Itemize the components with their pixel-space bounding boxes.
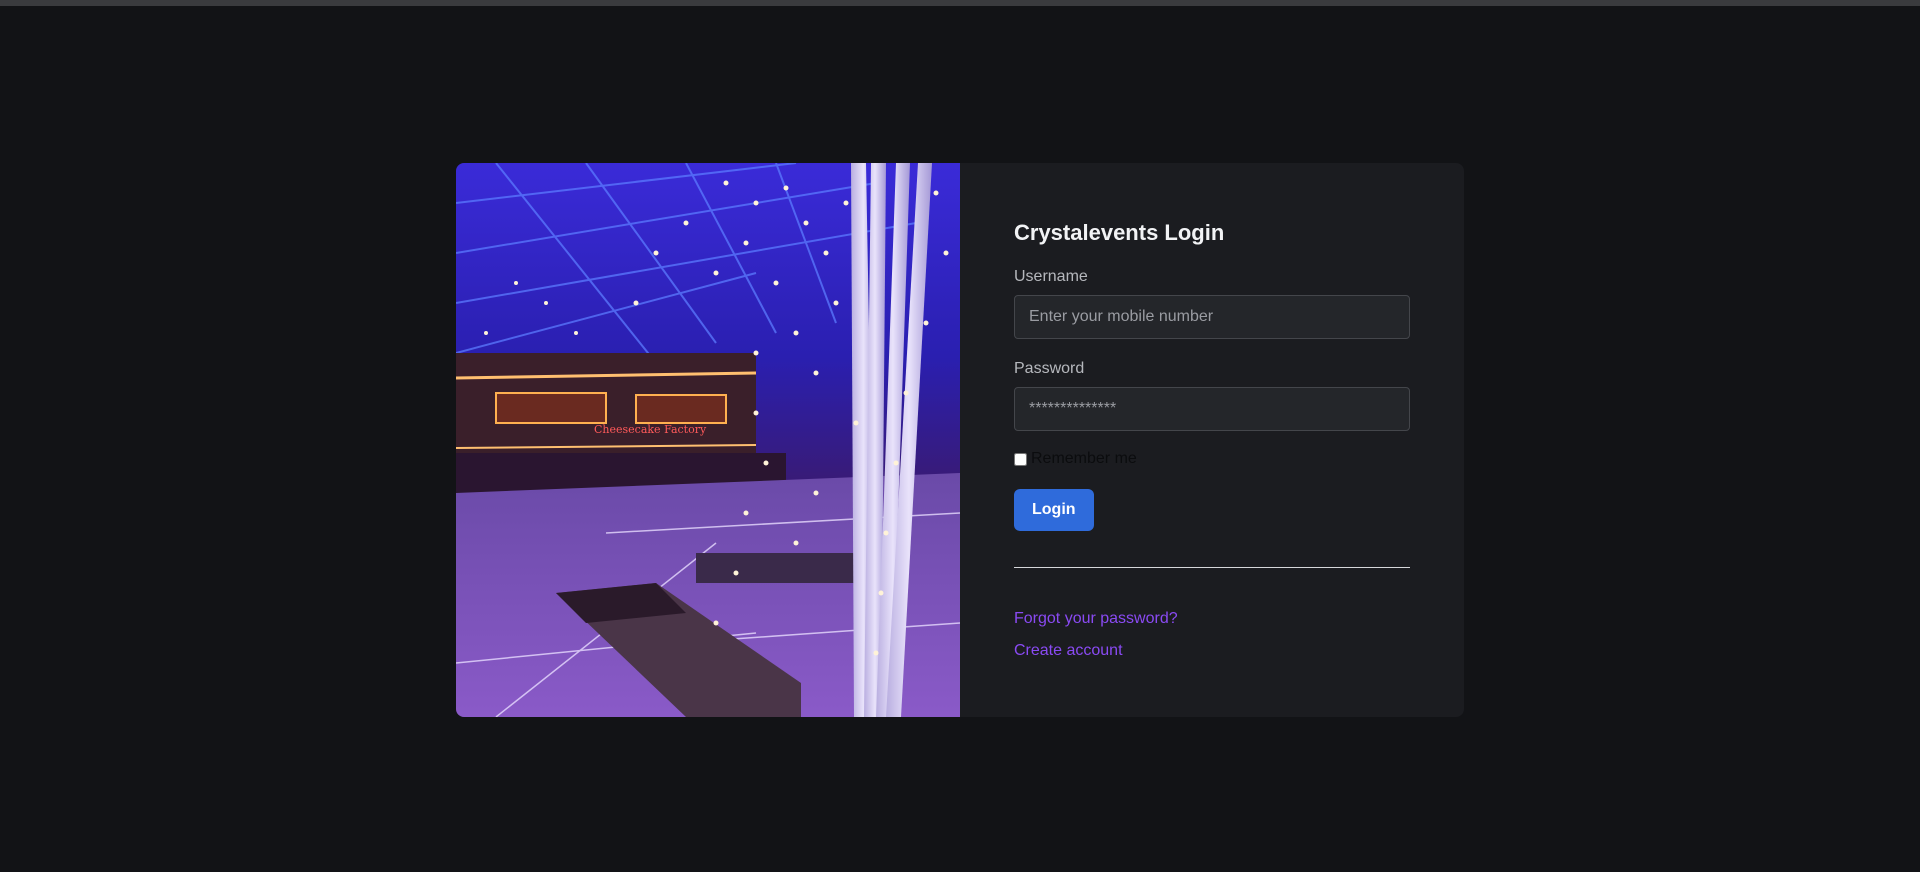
create-account-link[interactable]: Create account xyxy=(1014,640,1410,662)
svg-text:Cheesecake Factory: Cheesecake Factory xyxy=(594,423,707,436)
remember-me-row: Remember me xyxy=(1014,449,1410,469)
password-label: Password xyxy=(1014,360,1085,377)
divider xyxy=(1014,567,1410,568)
login-form: Crystalevents Login Username Password Re… xyxy=(960,163,1464,717)
browser-top-strip xyxy=(0,0,1920,6)
remember-me-label: Remember me xyxy=(1031,450,1137,467)
page-title: Crystalevents Login xyxy=(1014,220,1225,245)
forgot-password-link[interactable]: Forgot your password? xyxy=(1014,608,1410,630)
remember-me-checkbox[interactable] xyxy=(1014,452,1027,466)
login-card: Cheesecake Factory Crystalevents Login U… xyxy=(456,163,1464,717)
username-label: Username xyxy=(1014,268,1088,285)
password-input[interactable] xyxy=(1014,387,1410,431)
username-input[interactable] xyxy=(1014,295,1410,339)
atrium-photo: Cheesecake Factory xyxy=(456,163,960,717)
login-button[interactable]: Login xyxy=(1014,489,1094,531)
